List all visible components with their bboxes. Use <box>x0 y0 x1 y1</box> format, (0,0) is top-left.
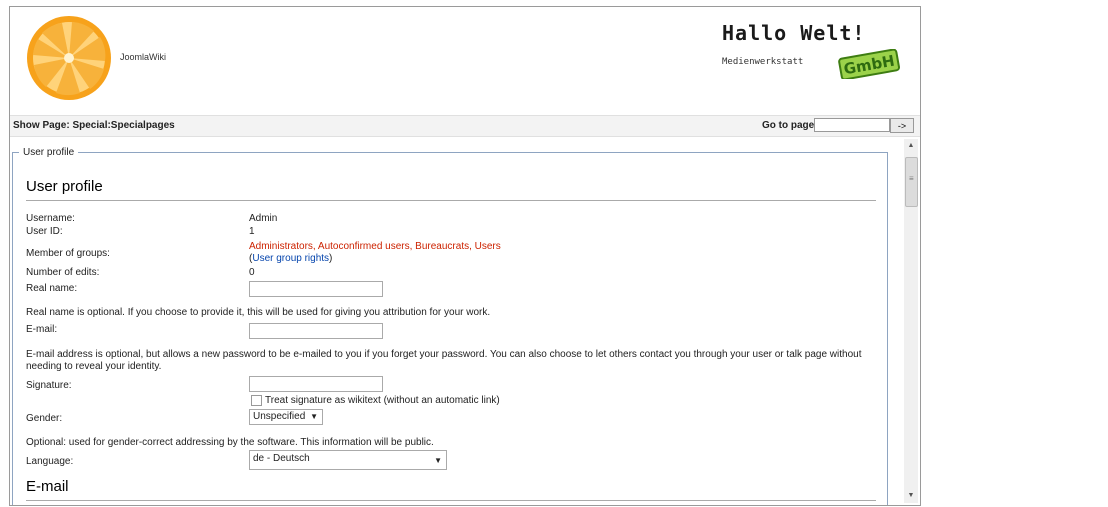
brand-subtitle: Medienwerkstatt <box>722 57 804 67</box>
edits-value: 0 <box>249 267 255 278</box>
realname-help: Real name is optional. If you choose to … <box>26 307 491 318</box>
signature-input[interactable] <box>249 376 383 392</box>
groups-label: Member of groups: <box>26 248 110 259</box>
scroll-down-icon[interactable]: ▼ <box>904 489 918 503</box>
email-help: E-mail address is optional, but allows a… <box>26 349 862 372</box>
username-label: Username: <box>26 213 75 224</box>
content-area: User profile User profile Username: Admi… <box>10 137 920 505</box>
user-profile-fieldset: User profile User profile Username: Admi… <box>12 147 888 505</box>
username-value: Admin <box>249 213 278 224</box>
goto-label: Go to page: <box>762 120 818 131</box>
realname-label: Real name: <box>26 283 78 294</box>
gender-help: Optional: used for gender-correct addres… <box>26 437 434 448</box>
userid-label: User ID: <box>26 226 63 237</box>
realname-input[interactable] <box>249 281 383 297</box>
groups-value[interactable]: Administrators, Autoconfirmed users, Bur… <box>249 241 501 252</box>
caret-down-icon: ▼ <box>310 412 318 421</box>
email-heading-divider <box>26 500 876 501</box>
language-value: de - Deutsch <box>253 453 310 464</box>
email-input[interactable] <box>249 323 383 339</box>
heading-divider <box>26 200 876 201</box>
app-frame: JoomlaWiki Hallo Welt! Medienwerkstatt G… <box>9 6 921 506</box>
gender-select[interactable]: Unspecified ▼ <box>249 409 323 425</box>
brand-title: Hallo Welt! <box>722 21 866 45</box>
site-header: JoomlaWiki Hallo Welt! Medienwerkstatt G… <box>10 7 920 107</box>
edits-label: Number of edits: <box>26 267 100 278</box>
language-label: Language: <box>26 456 74 467</box>
scroll-thumb[interactable] <box>905 157 918 207</box>
email-label: E-mail: <box>26 324 58 335</box>
fieldset-legend: User profile <box>23 147 75 158</box>
section-heading: User profile <box>26 178 103 195</box>
site-name: JoomlaWiki <box>120 52 167 62</box>
group-rights-link[interactable]: User group rights <box>252 253 329 264</box>
caret-down-icon: ▼ <box>434 456 442 465</box>
goto-page-input[interactable] <box>814 118 890 132</box>
wikitext-checkbox-label: Treat signature as wikitext (without an … <box>265 395 500 406</box>
gender-label: Gender: <box>26 413 63 424</box>
paren-close: ) <box>329 253 333 264</box>
goto-button[interactable]: -> <box>890 118 914 133</box>
scroll-up-icon[interactable]: ▲ <box>904 139 918 153</box>
language-select[interactable]: de - Deutsch ▼ <box>249 450 447 470</box>
content-scrollbar[interactable]: ▲ ▼ <box>904 139 918 503</box>
gender-value: Unspecified <box>253 411 306 422</box>
page-title: Show Page: Special:Specialpages <box>13 120 175 131</box>
wikitext-checkbox[interactable] <box>251 395 262 406</box>
group-rights-line: (User group rights) <box>249 253 332 264</box>
userid-value: 1 <box>249 226 255 237</box>
email-section-heading: E-mail <box>26 478 69 495</box>
page-toolbar: Show Page: Special:Specialpages Go to pa… <box>10 115 920 137</box>
orange-logo-icon[interactable] <box>22 11 116 101</box>
signature-label: Signature: <box>26 380 72 391</box>
gmbh-badge-icon: GmbH <box>838 49 900 79</box>
